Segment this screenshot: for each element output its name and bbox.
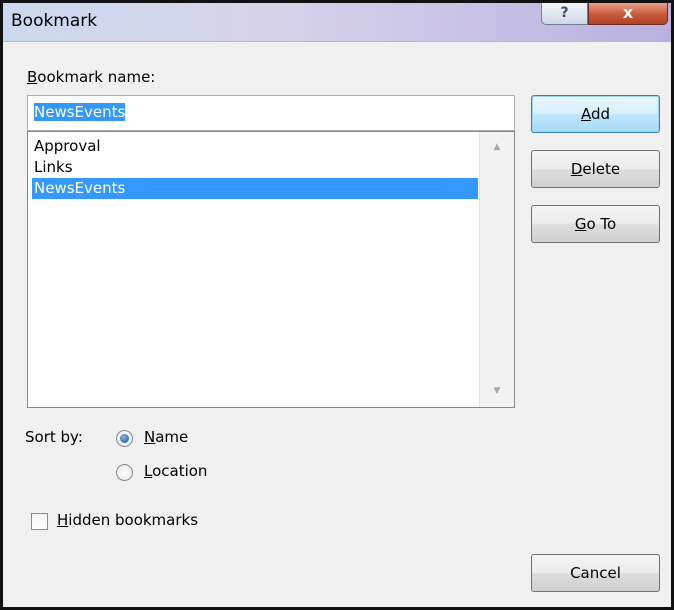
list-scrollbar[interactable]: ▲ ▼ xyxy=(479,132,514,407)
hidden-bookmarks-checkbox[interactable] xyxy=(31,513,48,530)
help-button[interactable]: ? xyxy=(541,3,588,25)
radio-selected-icon xyxy=(120,434,129,443)
hidden-bookmarks-label[interactable]: Hidden bookmarks xyxy=(57,511,198,529)
cancel-button[interactable]: Cancel xyxy=(531,554,660,592)
scroll-up-icon[interactable]: ▲ xyxy=(480,138,514,156)
sort-name-radio[interactable] xyxy=(116,430,133,447)
bookmark-dialog: Bookmark ? x Bookmark name: NewsEvents A… xyxy=(0,0,674,610)
sort-by-label: Sort by: xyxy=(25,428,83,446)
list-item[interactable]: NewsEvents xyxy=(32,178,478,199)
bookmark-name-label: Bookmark name: xyxy=(27,68,156,86)
scroll-down-icon[interactable]: ▼ xyxy=(480,382,514,400)
dialog-title: Bookmark xyxy=(11,11,98,31)
title-bar[interactable]: Bookmark ? x xyxy=(3,3,671,42)
add-button[interactable]: Add xyxy=(531,95,660,133)
go-to-button[interactable]: Go To xyxy=(531,205,660,243)
close-button[interactable]: x xyxy=(588,3,668,25)
bookmark-name-input[interactable]: NewsEvents xyxy=(27,95,515,131)
sort-name-label[interactable]: Name xyxy=(144,428,188,446)
list-item[interactable]: Approval xyxy=(32,136,478,157)
bookmark-list[interactable]: Approval Links NewsEvents ▲ ▼ xyxy=(27,131,515,408)
sort-location-radio[interactable] xyxy=(116,464,133,481)
help-icon: ? xyxy=(560,5,569,21)
sort-location-label[interactable]: Location xyxy=(144,462,207,480)
delete-button[interactable]: Delete xyxy=(531,150,660,188)
bookmark-name-value: NewsEvents xyxy=(34,103,126,121)
close-icon: x xyxy=(622,3,634,22)
list-item[interactable]: Links xyxy=(32,157,478,178)
